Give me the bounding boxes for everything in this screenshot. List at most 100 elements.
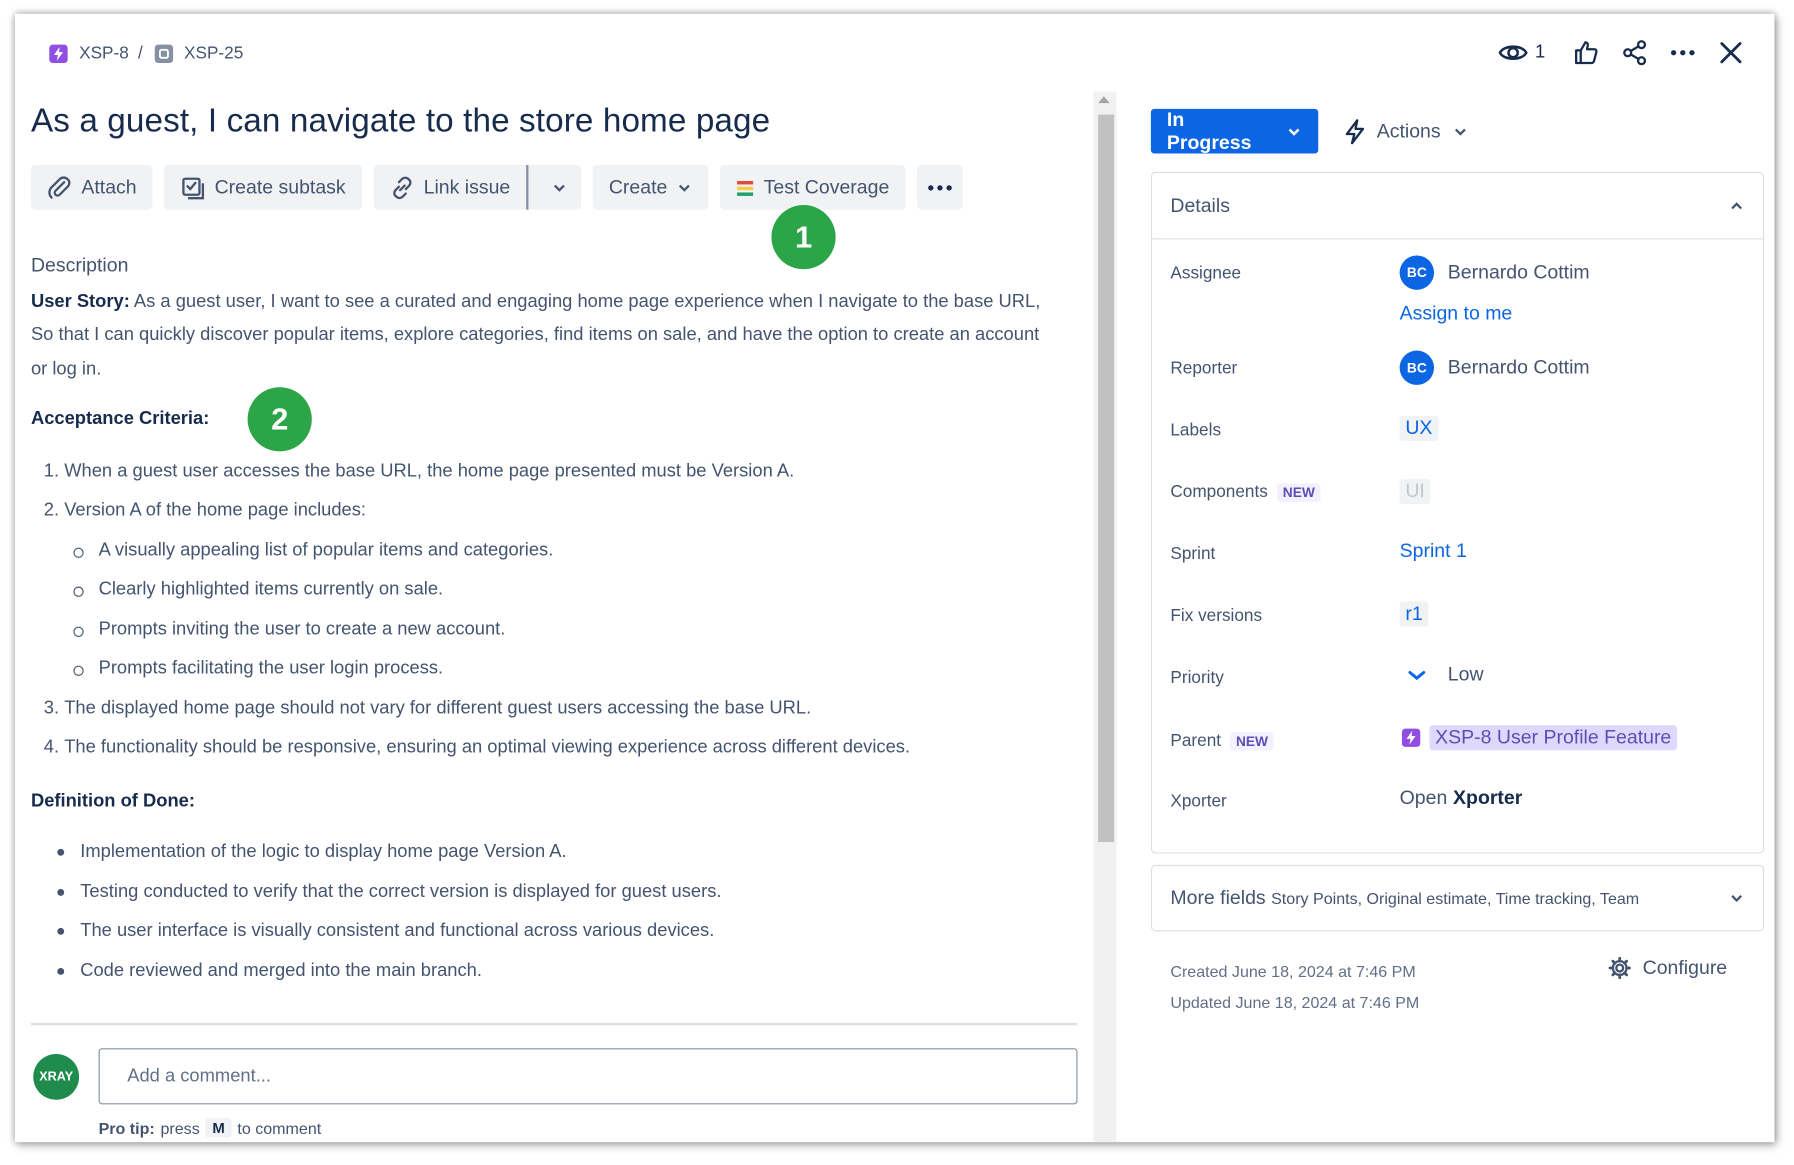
version-tag[interactable]: r1 — [1399, 601, 1429, 627]
labels-label: Labels — [1170, 420, 1222, 440]
assignee-name: Bernardo Cottim — [1447, 261, 1590, 283]
comment-input[interactable]: Add a comment... — [98, 1048, 1078, 1105]
list-item: Prompts facilitating the user login proc… — [73, 650, 1057, 690]
priority-value[interactable]: Low — [1400, 663, 1484, 686]
avatar: XRAY — [33, 1053, 80, 1100]
list-item: Testing conducted to verify that the cor… — [57, 872, 1057, 912]
breadcrumb-parent-link[interactable]: XSP-8 — [79, 44, 129, 63]
create-label: Create — [608, 175, 668, 198]
chevron-down-icon — [1731, 895, 1743, 903]
pro-tip-suffix: to comment — [237, 1118, 322, 1138]
create-subtask-button[interactable]: Create subtask — [164, 164, 362, 210]
details-panel: Details Assignee BC Bernardo Cottim Assi… — [1150, 171, 1765, 854]
new-lozenge: NEW — [1230, 731, 1274, 750]
acceptance-criteria-list: When a guest user accesses the base URL,… — [64, 452, 1057, 768]
component-tag[interactable]: UI — [1399, 478, 1431, 505]
fix-versions-value[interactable]: r1 — [1399, 601, 1429, 627]
sprint-label: Sprint — [1170, 544, 1216, 564]
reporter-label: Reporter — [1170, 358, 1238, 379]
details-header[interactable]: Details — [1152, 173, 1764, 240]
create-button[interactable]: Create — [592, 164, 709, 210]
user-story: User Story: As a guest user, I want to s… — [31, 285, 1057, 386]
issue-toolbar: Attach Create subtask Link issue Create … — [30, 164, 963, 210]
parent-label-text: Parent — [1170, 730, 1222, 751]
priority-label: Priority — [1170, 667, 1224, 688]
test-coverage-label: Test Coverage — [763, 175, 890, 198]
scroll-up-arrow-icon[interactable] — [1098, 96, 1110, 104]
list-item: When a guest user accesses the base URL,… — [64, 452, 1057, 492]
chevron-down-icon — [1454, 128, 1466, 136]
attach-button[interactable]: Attach — [30, 164, 153, 210]
epic-icon — [49, 44, 68, 63]
avatar: BC — [1399, 350, 1435, 385]
list-item: The user interface is visually consisten… — [57, 912, 1057, 952]
chevron-down-icon — [1288, 128, 1300, 136]
configure-label: Configure — [1642, 956, 1728, 979]
create-subtask-label: Create subtask — [214, 175, 346, 198]
assignee-value[interactable]: BC Bernardo Cottim — [1399, 255, 1590, 290]
xporter-value[interactable]: Open Xporter — [1400, 787, 1523, 810]
like-icon[interactable] — [1570, 37, 1602, 69]
actions-label: Actions — [1376, 119, 1441, 142]
breadcrumb-issue-link[interactable]: XSP-25 — [184, 44, 243, 63]
lightning-icon — [1345, 118, 1365, 144]
chevron-down-icon — [679, 184, 690, 192]
updated-date: Updated June 18, 2024 at 7:46 PM — [1170, 993, 1420, 1012]
breadcrumb: XSP-8 / XSP-25 — [49, 44, 243, 63]
issue-dialog: XSP-8 / XSP-25 1 As a guest, I can navig… — [14, 13, 1775, 1143]
priority-text: Low — [1447, 663, 1484, 686]
more-options-icon[interactable] — [1667, 37, 1699, 69]
watch-button[interactable]: 1 — [1498, 41, 1545, 64]
scrollbar-thumb[interactable] — [1098, 114, 1115, 843]
gear-icon — [1608, 956, 1631, 980]
timestamps: Created June 18, 2024 at 7:46 PM Updated… — [1170, 957, 1419, 1019]
link-icon — [392, 176, 411, 199]
parent-link[interactable]: XSP-8 User Profile Feature — [1429, 725, 1678, 751]
link-issue-button[interactable]: Link issue — [373, 164, 529, 210]
reporter-value[interactable]: BC Bernardo Cottim — [1399, 350, 1590, 385]
details-title: Details — [1170, 194, 1230, 216]
link-issue-label: Link issue — [423, 175, 511, 198]
assign-to-me-link[interactable]: Assign to me — [1400, 302, 1513, 325]
pro-tip-label: Pro tip: — [98, 1118, 155, 1138]
link-issue-dropdown[interactable] — [538, 165, 582, 210]
actions-button[interactable]: Actions — [1345, 109, 1469, 154]
chevron-down-icon — [554, 184, 565, 192]
test-coverage-button[interactable]: Test Coverage — [720, 164, 906, 210]
parent-value[interactable]: XSP-8 User Profile Feature — [1400, 725, 1678, 751]
issue-title[interactable]: As a guest, I can navigate to the store … — [31, 103, 770, 141]
configure-button[interactable]: Configure — [1608, 957, 1727, 980]
fix-versions-label: Fix versions — [1170, 606, 1263, 626]
description-heading: Description — [30, 254, 129, 277]
dod-heading: Definition of Done: — [30, 791, 195, 811]
components-value[interactable]: UI — [1399, 478, 1431, 505]
sprint-link[interactable]: Sprint 1 — [1400, 540, 1467, 563]
link-issue-button-group: Link issue — [373, 164, 582, 210]
scrollbar[interactable] — [1093, 91, 1117, 1143]
more-fields-section[interactable]: More fields Story Points, Original estim… — [1150, 864, 1765, 932]
close-icon[interactable] — [1715, 37, 1747, 69]
list-item: Clearly highlighted items currently on s… — [73, 571, 1057, 611]
status-dropdown[interactable]: In Progress — [1150, 108, 1319, 154]
list-item: The displayed home page should not vary … — [64, 689, 1057, 729]
divider — [30, 1023, 1078, 1026]
list-item: Implementation of the logic to display h… — [57, 833, 1057, 873]
pro-tip: Pro tip: press M to comment — [98, 1118, 322, 1138]
test-coverage-icon — [737, 180, 754, 196]
chevron-up-icon — [1731, 201, 1743, 209]
new-lozenge: NEW — [1277, 482, 1321, 502]
more-actions-button[interactable] — [916, 164, 963, 210]
label-tag[interactable]: UX — [1399, 415, 1439, 442]
paperclip-icon — [48, 175, 71, 199]
callout-badge-2: 2 — [247, 387, 312, 452]
list-item: Code reviewed and merged into the main b… — [57, 951, 1057, 991]
xporter-label: Xporter — [1170, 791, 1227, 812]
acceptance-heading: Acceptance Criteria: — [30, 408, 210, 429]
labels-value[interactable]: UX — [1399, 415, 1439, 442]
list-item: Prompts inviting the user to create a ne… — [73, 610, 1057, 650]
created-date: Created June 18, 2024 at 7:46 PM — [1170, 962, 1416, 981]
share-icon[interactable] — [1619, 37, 1651, 69]
watch-count: 1 — [1535, 42, 1546, 62]
more-options-icon — [927, 184, 952, 190]
parent-label: Parent NEW — [1170, 730, 1274, 751]
